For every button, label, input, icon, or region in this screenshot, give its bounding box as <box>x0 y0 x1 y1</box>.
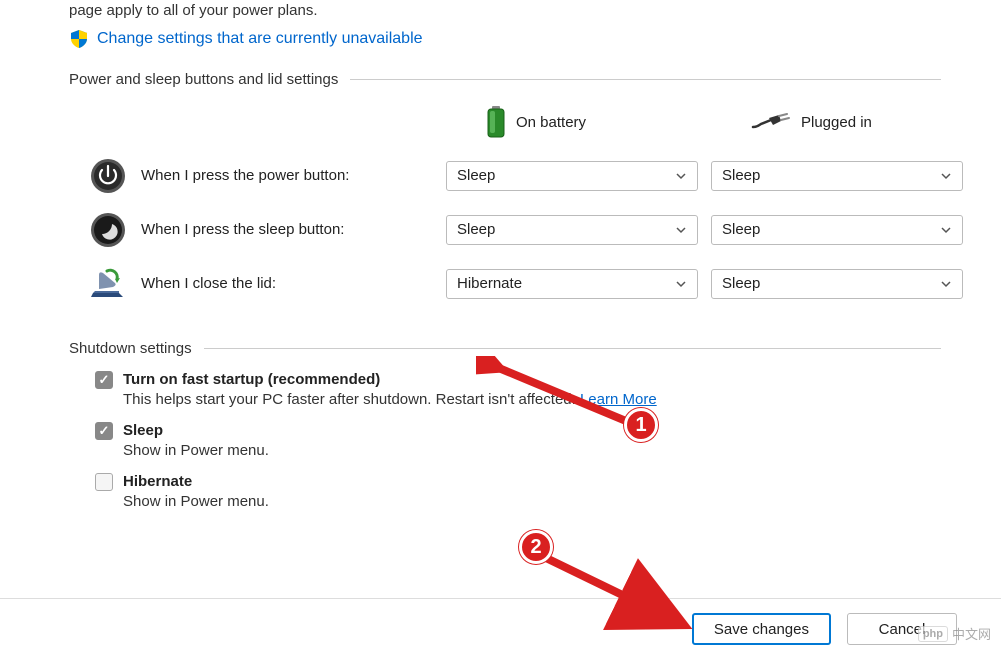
sleep-checkbox[interactable] <box>95 422 113 440</box>
sleep-item: Sleep Show in Power menu. <box>95 422 1001 459</box>
chevron-down-icon <box>675 224 687 236</box>
plug-icon <box>751 113 791 133</box>
footer-bar: Save changes Cancel <box>0 598 1001 645</box>
column-header-plugged: Plugged in <box>711 102 964 144</box>
close-lid-battery-dropdown[interactable]: Hibernate <box>446 269 698 299</box>
sleep-label: Sleep <box>123 422 163 439</box>
row-label: When I close the lid: <box>141 275 276 292</box>
dropdown-value: Sleep <box>457 221 495 238</box>
watermark-logo: php <box>918 626 948 642</box>
sleep-button-battery-dropdown[interactable]: Sleep <box>446 215 698 245</box>
lid-icon <box>89 265 127 303</box>
hibernate-desc: Show in Power menu. <box>123 493 1001 510</box>
chevron-down-icon <box>675 278 687 290</box>
column-label-battery: On battery <box>516 114 586 131</box>
column-header-battery: On battery <box>446 102 699 144</box>
power-button-battery-dropdown[interactable]: Sleep <box>446 161 698 191</box>
dropdown-value: Sleep <box>722 275 760 292</box>
section-divider <box>350 79 941 80</box>
dropdown-value: Hibernate <box>457 275 522 292</box>
annotation-step-1: 1 <box>624 408 658 442</box>
watermark-text: 中文网 <box>952 624 991 643</box>
sleep-button-icon <box>89 211 127 249</box>
close-lid-plugged-dropdown[interactable]: Sleep <box>711 269 963 299</box>
change-settings-link[interactable]: Change settings that are currently unava… <box>97 30 423 48</box>
sleep-desc: Show in Power menu. <box>123 442 1001 459</box>
chevron-down-icon <box>940 278 952 290</box>
row-sleep-button: When I press the sleep button: <box>89 208 434 252</box>
row-power-button: When I press the power button: <box>89 154 434 198</box>
hibernate-checkbox[interactable] <box>95 473 113 491</box>
learn-more-link[interactable]: Learn More <box>580 391 657 408</box>
section-title-power: Power and sleep buttons and lid settings <box>69 71 350 88</box>
watermark: php 中文网 <box>918 624 991 643</box>
chevron-down-icon <box>940 170 952 182</box>
annotation-step-2: 2 <box>519 530 553 564</box>
fast-startup-checkbox[interactable] <box>95 371 113 389</box>
chevron-down-icon <box>940 224 952 236</box>
section-title-shutdown: Shutdown settings <box>69 340 204 357</box>
fast-startup-item: Turn on fast startup (recommended) This … <box>95 371 1001 408</box>
power-button-plugged-dropdown[interactable]: Sleep <box>711 161 963 191</box>
column-label-plugged: Plugged in <box>801 114 872 131</box>
chevron-down-icon <box>675 170 687 182</box>
hibernate-item: Hibernate Show in Power menu. <box>95 473 1001 510</box>
admin-shield-link[interactable]: Change settings that are currently unava… <box>69 29 1001 49</box>
power-button-icon <box>89 157 127 195</box>
intro-text: page apply to all of your power plans. <box>69 0 1001 23</box>
section-divider <box>204 348 941 349</box>
hibernate-label: Hibernate <box>123 473 192 490</box>
row-close-lid: When I close the lid: <box>89 262 434 306</box>
row-label: When I press the sleep button: <box>141 221 344 238</box>
row-label: When I press the power button: <box>141 167 349 184</box>
power-settings-grid: On battery Plugged in When I press the p… <box>89 102 1001 306</box>
sleep-button-plugged-dropdown[interactable]: Sleep <box>711 215 963 245</box>
fast-startup-label: Turn on fast startup (recommended) <box>123 371 380 388</box>
dropdown-value: Sleep <box>722 167 760 184</box>
dropdown-value: Sleep <box>722 221 760 238</box>
save-changes-button[interactable]: Save changes <box>692 613 831 645</box>
shield-icon <box>69 29 89 49</box>
dropdown-value: Sleep <box>457 167 495 184</box>
fast-startup-desc: This helps start your PC faster after sh… <box>123 391 1001 408</box>
battery-icon <box>486 106 506 140</box>
